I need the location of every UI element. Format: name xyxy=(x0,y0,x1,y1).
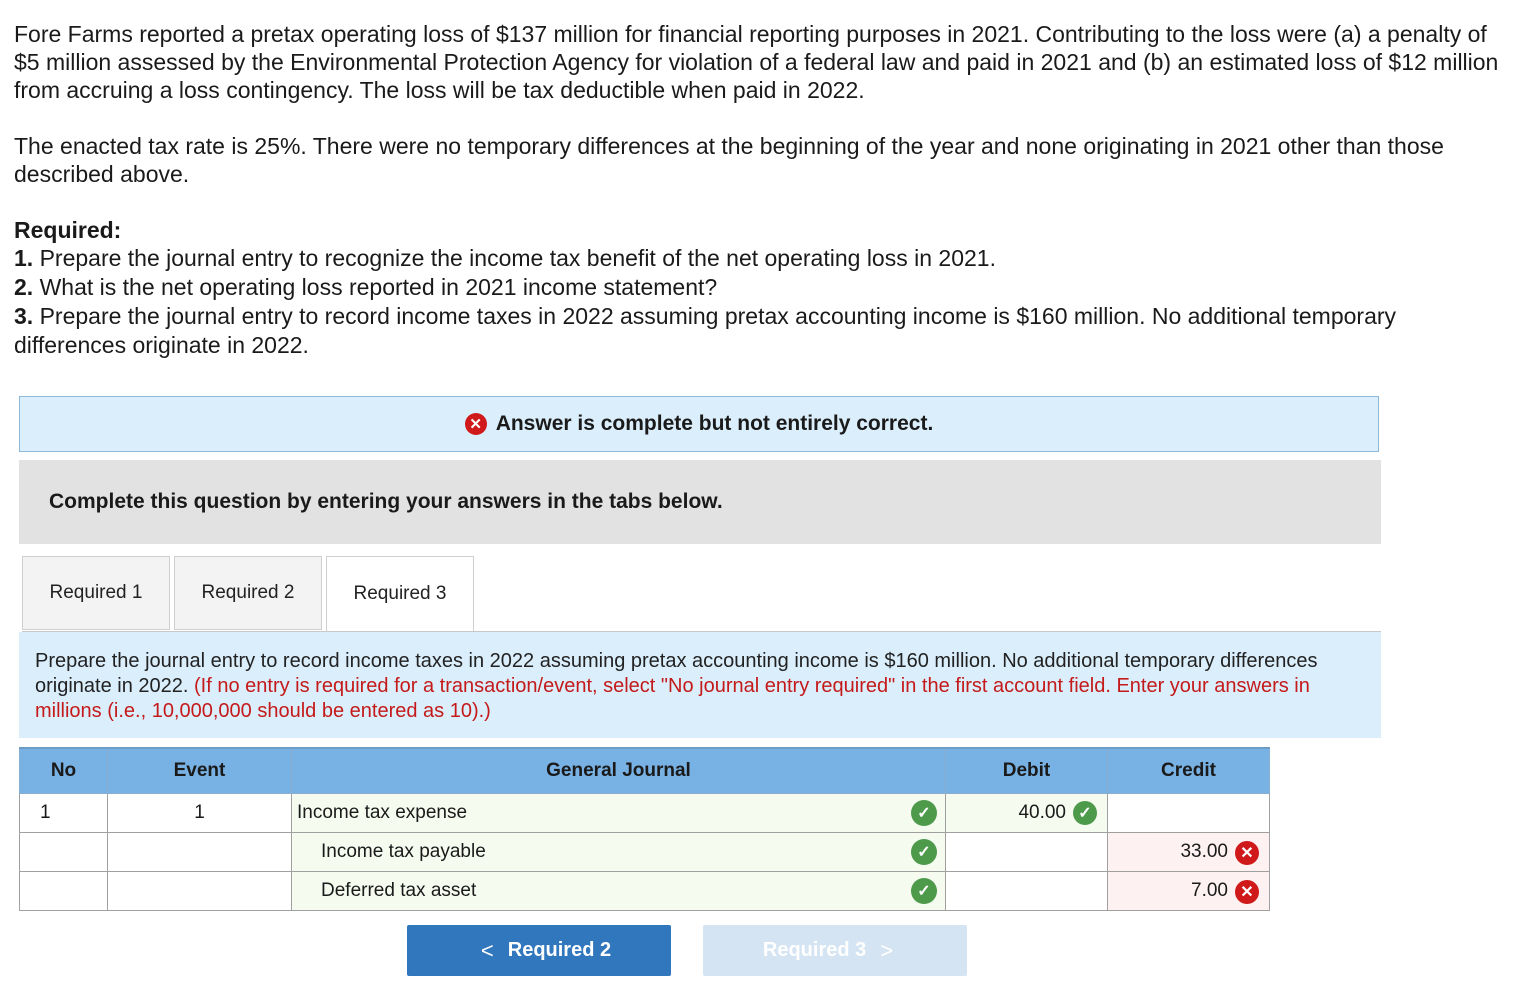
credit-field[interactable]: 7.00 ✕ xyxy=(1107,871,1270,911)
row-no xyxy=(19,871,108,911)
required-item-3: 3. Prepare the journal entry to record i… xyxy=(14,303,1397,358)
row-event xyxy=(107,871,292,911)
row-event xyxy=(107,832,292,872)
header-no: No xyxy=(19,747,108,794)
account-field[interactable]: Income tax payable ✓ xyxy=(291,832,946,872)
incorrect-x-icon: ✕ xyxy=(1235,841,1259,865)
tab-bar: Required 1 Required 2 Required 3 xyxy=(22,556,474,632)
debit-field[interactable]: 40.00 ✓ xyxy=(945,793,1108,833)
debit-field[interactable] xyxy=(945,871,1108,911)
header-event: Event xyxy=(107,747,292,794)
banner-text: Answer is complete but not entirely corr… xyxy=(495,412,934,435)
question-note: (If no entry is required for a transacti… xyxy=(35,675,1310,722)
incorrect-x-icon: ✕ xyxy=(1235,880,1259,904)
table-row: 1 1 Income tax expense ✓ 40.00 ✓ xyxy=(19,793,1270,833)
journal-header-row: No Event General Journal Debit Credit xyxy=(19,747,1270,794)
header-general-journal: General Journal xyxy=(291,747,946,794)
correct-check-icon: ✓ xyxy=(911,800,937,826)
instruction-box: Complete this question by entering your … xyxy=(19,460,1381,544)
header-debit: Debit xyxy=(945,747,1108,794)
account-field[interactable]: Income tax expense ✓ xyxy=(291,793,946,833)
tab-required-2[interactable]: Required 2 xyxy=(174,556,322,630)
tab-required-1[interactable]: Required 1 xyxy=(22,556,170,630)
instruction-text: Complete this question by entering your … xyxy=(49,490,723,513)
debit-field[interactable] xyxy=(945,832,1108,872)
correct-check-icon: ✓ xyxy=(911,878,937,904)
required-heading: Required: xyxy=(14,217,122,243)
account-name: Income tax expense xyxy=(297,802,468,823)
table-row: Deferred tax asset ✓ 7.00 ✕ xyxy=(19,871,1270,911)
credit-value: 33.00 xyxy=(1180,841,1228,862)
tab-required-3[interactable]: Required 3 xyxy=(326,556,474,632)
credit-field[interactable]: 33.00 ✕ xyxy=(1107,832,1270,872)
header-credit: Credit xyxy=(1107,747,1270,794)
next-required-button[interactable]: Required 3 > xyxy=(703,925,967,976)
row-no xyxy=(19,832,108,872)
prev-required-button[interactable]: < Required 2 xyxy=(407,925,671,976)
account-name: Deferred tax asset xyxy=(321,880,477,901)
question-prompt: Prepare the journal entry to record inco… xyxy=(19,632,1381,738)
correct-check-icon: ✓ xyxy=(911,839,937,865)
chevron-right-icon: > xyxy=(880,937,894,963)
required-item-1: 1. Prepare the journal entry to recogniz… xyxy=(14,245,996,271)
row-no: 1 xyxy=(19,793,108,833)
credit-value: 7.00 xyxy=(1191,880,1228,901)
problem-statement: Fore Farms reported a pretax operating l… xyxy=(14,20,1509,360)
chevron-left-icon: < xyxy=(480,937,494,963)
debit-value: 40.00 xyxy=(1018,802,1066,823)
required-item-2: 2. What is the net operating loss report… xyxy=(14,274,718,300)
problem-paragraph-2: The enacted tax rate is 25%. There were … xyxy=(14,133,1444,187)
credit-field[interactable] xyxy=(1107,793,1270,833)
journal-table: No Event General Journal Debit Credit 1 … xyxy=(19,747,1270,911)
correct-check-icon: ✓ xyxy=(1073,801,1097,825)
table-row: Income tax payable ✓ 33.00 ✕ xyxy=(19,832,1270,872)
account-field[interactable]: Deferred tax asset ✓ xyxy=(291,871,946,911)
account-name: Income tax payable xyxy=(321,841,486,862)
row-event: 1 xyxy=(107,793,292,833)
next-button-label: Required 3 xyxy=(762,939,867,961)
answer-status-banner: ✕ Answer is complete but not entirely co… xyxy=(19,396,1379,452)
incorrect-icon: ✕ xyxy=(464,413,487,435)
problem-paragraph-1: Fore Farms reported a pretax operating l… xyxy=(14,21,1499,103)
prev-button-label: Required 2 xyxy=(507,939,612,961)
